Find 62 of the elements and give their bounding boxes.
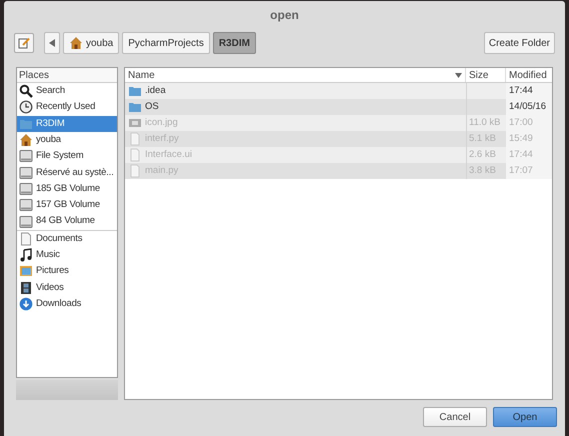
drive-icon <box>19 182 33 196</box>
place-item[interactable]: youba <box>17 132 117 148</box>
file-icon <box>128 164 142 178</box>
file-name: OS <box>145 100 159 114</box>
document-icon <box>19 232 33 246</box>
cancel-button[interactable]: Cancel <box>423 407 487 427</box>
edit-location-button[interactable] <box>14 33 34 53</box>
path-button[interactable]: PycharmProjects <box>122 32 210 54</box>
sort-arrow-icon <box>455 72 462 78</box>
file-name: .idea <box>145 84 166 98</box>
download-icon <box>19 297 33 311</box>
drive-icon <box>19 149 33 164</box>
home-icon <box>19 133 33 148</box>
file-icon <box>128 132 142 146</box>
drive-icon <box>19 198 33 212</box>
file-modified: 14/05/16 <box>509 100 546 114</box>
place-item[interactable]: 84 GB Volume <box>17 213 117 230</box>
place-item[interactable]: Recently Used <box>17 99 117 116</box>
file-row[interactable]: OS 14/05/16 <box>125 99 552 115</box>
name-column-header[interactable]: Name <box>125 68 466 82</box>
size-column-header[interactable]: Size <box>466 68 506 82</box>
path-button[interactable]: youba <box>63 32 120 54</box>
file-size: 2.6 kB <box>469 148 496 162</box>
place-item[interactable]: 185 GB Volume <box>17 180 117 198</box>
place-item[interactable]: Pictures <box>17 263 117 280</box>
file-modified: 15:49 <box>509 132 533 146</box>
clock-icon <box>19 100 33 114</box>
file-modified: 17:00 <box>509 116 533 130</box>
file-modified: 17:44 <box>509 148 533 162</box>
file-icon <box>128 148 142 162</box>
file-name: Interface.ui <box>145 148 192 162</box>
open-button[interactable]: Open <box>493 407 557 427</box>
place-item[interactable]: 157 GB Volume <box>17 197 117 214</box>
place-item[interactable]: Videos <box>17 280 117 296</box>
place-item[interactable]: Documents <box>17 230 117 247</box>
path-button[interactable]: R3DIM <box>212 32 256 54</box>
modified-column-header[interactable]: Modified <box>506 68 552 82</box>
drive-icon <box>19 166 33 180</box>
place-item[interactable]: Music <box>17 246 117 264</box>
file-modified: 17:44 <box>509 84 533 98</box>
file-modified: 17:07 <box>509 164 533 178</box>
file-size: 11.0 kB <box>469 116 501 130</box>
left-arrow-icon <box>49 39 55 47</box>
window-title: open <box>269 7 300 24</box>
pencil-note-icon <box>18 37 30 49</box>
places-header: Places <box>17 68 117 83</box>
file-row[interactable]: .idea 17:44 <box>125 83 552 99</box>
picture-frame-icon <box>19 264 33 278</box>
back-button[interactable] <box>44 32 60 54</box>
place-item[interactable]: R3DIM <box>17 116 117 132</box>
place-item[interactable]: Search <box>17 83 117 100</box>
music-note-icon <box>19 248 33 262</box>
create-folder-button[interactable]: Create Folder <box>484 32 555 54</box>
drive-icon <box>19 214 33 229</box>
image-file-icon <box>128 116 142 130</box>
place-item[interactable]: Downloads <box>17 296 117 312</box>
place-item[interactable]: File System <box>17 148 117 164</box>
home-icon <box>69 36 83 50</box>
place-item[interactable]: Réservé au systè... <box>17 164 117 181</box>
search-icon <box>19 84 33 98</box>
file-name: icon.jpg <box>145 116 178 130</box>
film-icon <box>19 280 33 295</box>
